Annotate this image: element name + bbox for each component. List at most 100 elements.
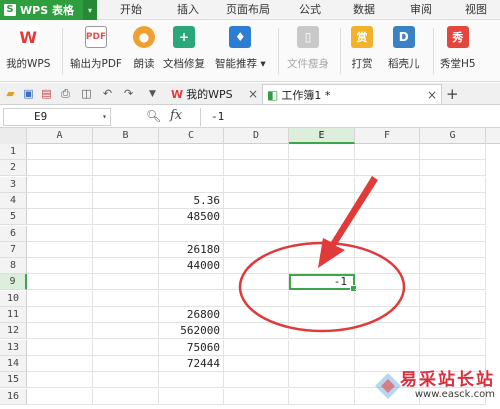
chevron-down-icon[interactable]: ▾ — [102, 109, 107, 125]
cell-c15[interactable] — [159, 372, 224, 389]
cell-c6[interactable] — [159, 225, 224, 242]
cell-d6[interactable] — [224, 225, 289, 242]
cell-d12[interactable] — [224, 323, 289, 340]
row-header-12[interactable]: 12 — [0, 323, 27, 340]
cell-g10[interactable] — [420, 290, 486, 307]
cell-e9[interactable]: -1 — [289, 274, 357, 293]
cell-b14[interactable] — [93, 355, 159, 372]
cell-f4[interactable] — [355, 192, 420, 209]
zoom-search-icon[interactable]: 🔍︎ — [146, 109, 161, 123]
cell-a15[interactable] — [27, 372, 93, 389]
column-header-d[interactable]: D — [224, 128, 289, 144]
cell-e14[interactable] — [289, 355, 355, 372]
cell-e3[interactable] — [289, 176, 355, 193]
cell-b9[interactable] — [93, 274, 159, 291]
cell-c7[interactable]: 26180 — [159, 241, 224, 258]
cell-a1[interactable] — [27, 144, 93, 160]
chevron-down-icon[interactable]: ▾ — [83, 0, 97, 20]
redo-icon[interactable]: ↷ — [122, 87, 135, 100]
cell-f10[interactable] — [355, 290, 420, 307]
export-pdf-button[interactable]: PDF 输出为PDF — [70, 24, 122, 78]
xiutang-h5-button[interactable]: 秀 秀堂H5 — [440, 24, 476, 78]
menu-data[interactable]: 数据 — [353, 0, 375, 20]
cell-d5[interactable] — [224, 209, 289, 226]
cell-a2[interactable] — [27, 160, 93, 177]
reward-button[interactable]: 赏 打赏 — [351, 24, 373, 78]
cell-e1[interactable] — [289, 144, 355, 160]
column-header-b[interactable]: B — [93, 128, 159, 144]
cell-c14[interactable]: 72444 — [159, 355, 224, 372]
cell-b3[interactable] — [93, 176, 159, 193]
menu-review[interactable]: 审阅 — [410, 0, 432, 20]
cell-f6[interactable] — [355, 225, 420, 242]
cell-b4[interactable] — [93, 192, 159, 209]
menu-formulas[interactable]: 公式 — [299, 0, 321, 20]
cell-g6[interactable] — [420, 225, 486, 242]
tab-workbook[interactable]: ◧ 工作簿1 * × — [262, 84, 442, 104]
cell-e16[interactable] — [289, 388, 355, 405]
cell-a7[interactable] — [27, 241, 93, 258]
cell-e7[interactable] — [289, 241, 355, 258]
formula-input[interactable]: -1 — [200, 108, 498, 126]
column-header-c[interactable]: C — [159, 128, 224, 144]
close-icon[interactable]: × — [427, 88, 437, 102]
column-header-f[interactable]: F — [355, 128, 420, 144]
cell-d2[interactable] — [224, 160, 289, 177]
cell-a11[interactable] — [27, 307, 93, 323]
cell-d4[interactable] — [224, 192, 289, 209]
cell-d13[interactable] — [224, 339, 289, 356]
column-header-a[interactable]: A — [27, 128, 93, 144]
cell-g1[interactable] — [420, 144, 486, 160]
cell-c5[interactable]: 48500 — [159, 209, 224, 226]
column-header-g[interactable]: G — [420, 128, 486, 144]
close-icon[interactable]: × — [248, 87, 258, 101]
cell-b1[interactable] — [93, 144, 159, 160]
row-header-15[interactable]: 15 — [0, 372, 27, 389]
select-all-corner[interactable] — [0, 128, 27, 144]
cell-b12[interactable] — [93, 323, 159, 340]
menu-home[interactable]: 开始 — [120, 0, 142, 20]
cell-e13[interactable] — [289, 339, 355, 356]
row-header-5[interactable]: 5 — [0, 209, 27, 226]
cell-a3[interactable] — [27, 176, 93, 193]
cell-e8[interactable] — [289, 258, 355, 275]
row-header-4[interactable]: 4 — [0, 192, 27, 209]
cell-b16[interactable] — [93, 388, 159, 405]
cell-e10[interactable] — [289, 290, 355, 307]
cell-g4[interactable] — [420, 192, 486, 209]
cell-c4[interactable]: 5.36 — [159, 192, 224, 209]
cell-a16[interactable] — [27, 388, 93, 405]
row-header-13[interactable]: 13 — [0, 339, 27, 356]
app-menu-button[interactable]: S WPS 表格 ▾ — [0, 0, 97, 20]
smart-recommend-button[interactable]: ♦ 智能推荐 ▾ — [215, 24, 266, 78]
cell-b5[interactable] — [93, 209, 159, 226]
row-header-8[interactable]: 8 — [0, 258, 27, 275]
cell-b6[interactable] — [93, 225, 159, 242]
cell-f5[interactable] — [355, 209, 420, 226]
cell-b10[interactable] — [93, 290, 159, 307]
cell-f3[interactable] — [355, 176, 420, 193]
print-preview-icon[interactable]: ◫ — [80, 87, 93, 100]
row-header-2[interactable]: 2 — [0, 160, 27, 177]
menu-insert[interactable]: 插入 — [177, 0, 199, 20]
row-header-7[interactable]: 7 — [0, 241, 27, 258]
cell-d3[interactable] — [224, 176, 289, 193]
cell-a5[interactable] — [27, 209, 93, 226]
cell-d9[interactable] — [224, 274, 289, 291]
cell-b13[interactable] — [93, 339, 159, 356]
cell-f9[interactable] — [355, 274, 420, 291]
cell-a14[interactable] — [27, 355, 93, 372]
cell-f13[interactable] — [355, 339, 420, 356]
cell-e5[interactable] — [289, 209, 355, 226]
row-header-3[interactable]: 3 — [0, 176, 27, 193]
cell-d10[interactable] — [224, 290, 289, 307]
cell-d7[interactable] — [224, 241, 289, 258]
cell-a9[interactable] — [27, 274, 93, 291]
cell-g8[interactable] — [420, 258, 486, 275]
name-box[interactable]: E9 ▾ — [3, 108, 111, 126]
row-header-14[interactable]: 14 — [0, 355, 27, 372]
cell-c1[interactable] — [159, 144, 224, 160]
row-header-9[interactable]: 9 — [0, 274, 27, 291]
cell-c13[interactable]: 75060 — [159, 339, 224, 356]
cell-c16[interactable] — [159, 388, 224, 405]
